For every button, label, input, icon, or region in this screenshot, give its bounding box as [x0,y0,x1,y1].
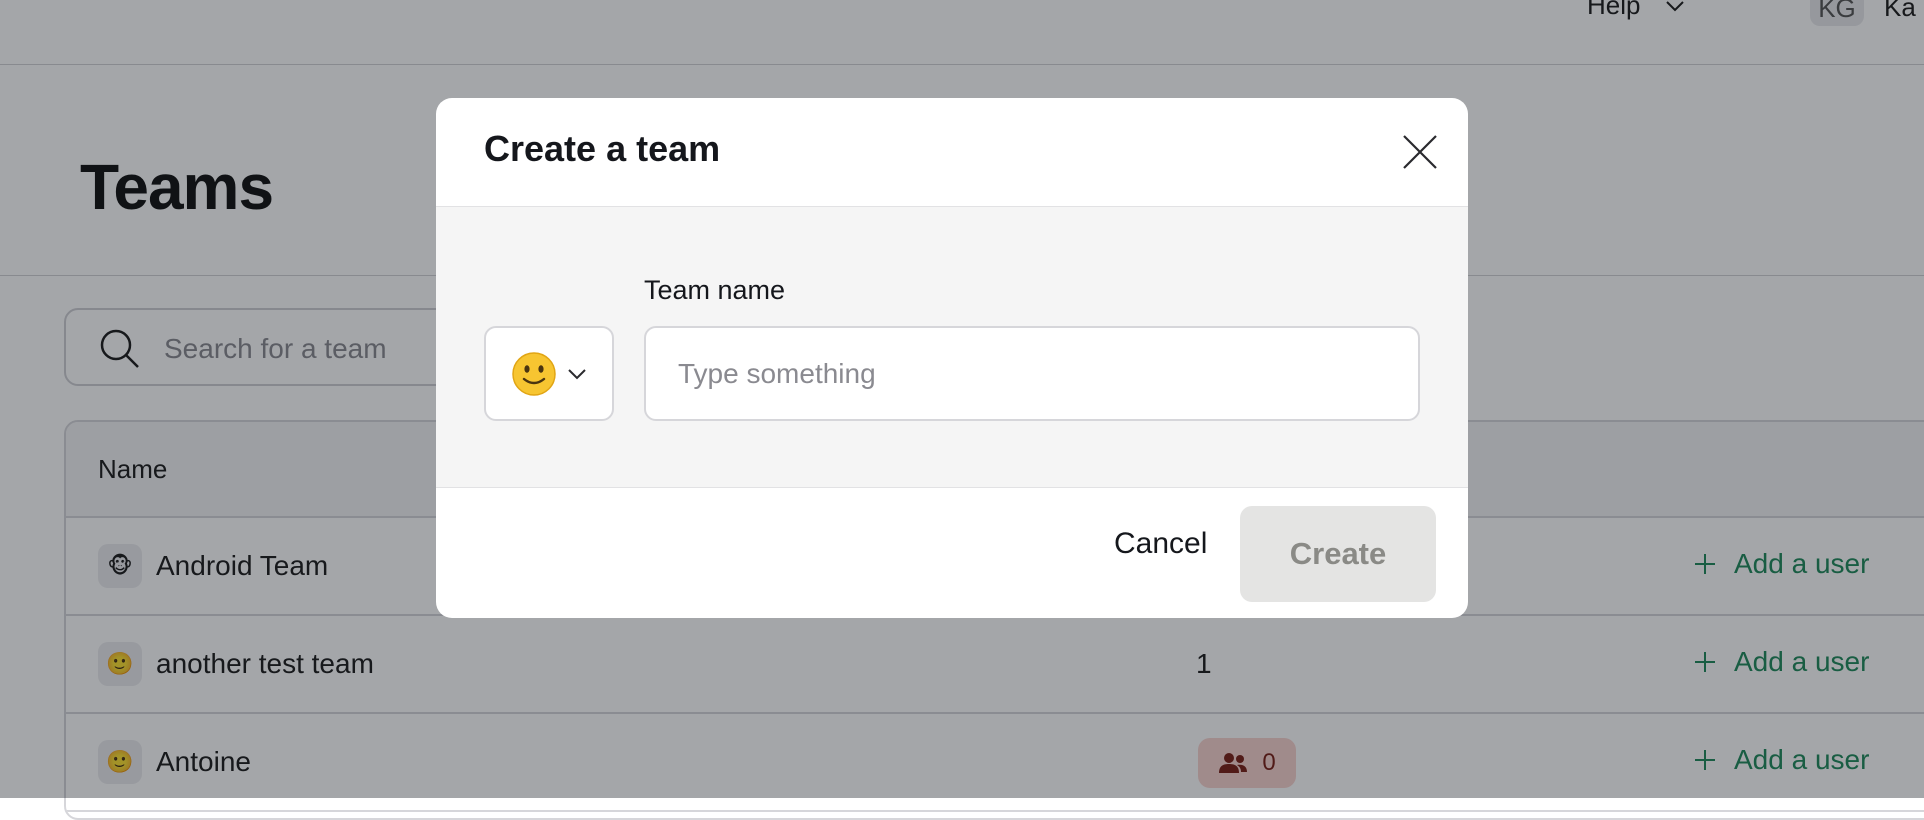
chevron-down-icon [568,368,586,379]
team-name-input[interactable] [644,326,1420,421]
create-team-modal: Create a team Team name Cancel Create [436,98,1468,618]
close-icon[interactable] [1400,132,1440,172]
modal-body: Team name [436,207,1468,488]
modal-footer: Cancel Create [436,488,1468,618]
cancel-button[interactable]: Cancel [1108,518,1213,570]
slightly-smiling-face-icon [512,351,556,396]
modal-title: Create a team [484,128,721,169]
create-button[interactable]: Create [1240,506,1436,602]
team-name-label: Team name [644,275,786,305]
emoji-picker-button[interactable] [484,326,614,421]
modal-header: Create a team [436,98,1468,207]
